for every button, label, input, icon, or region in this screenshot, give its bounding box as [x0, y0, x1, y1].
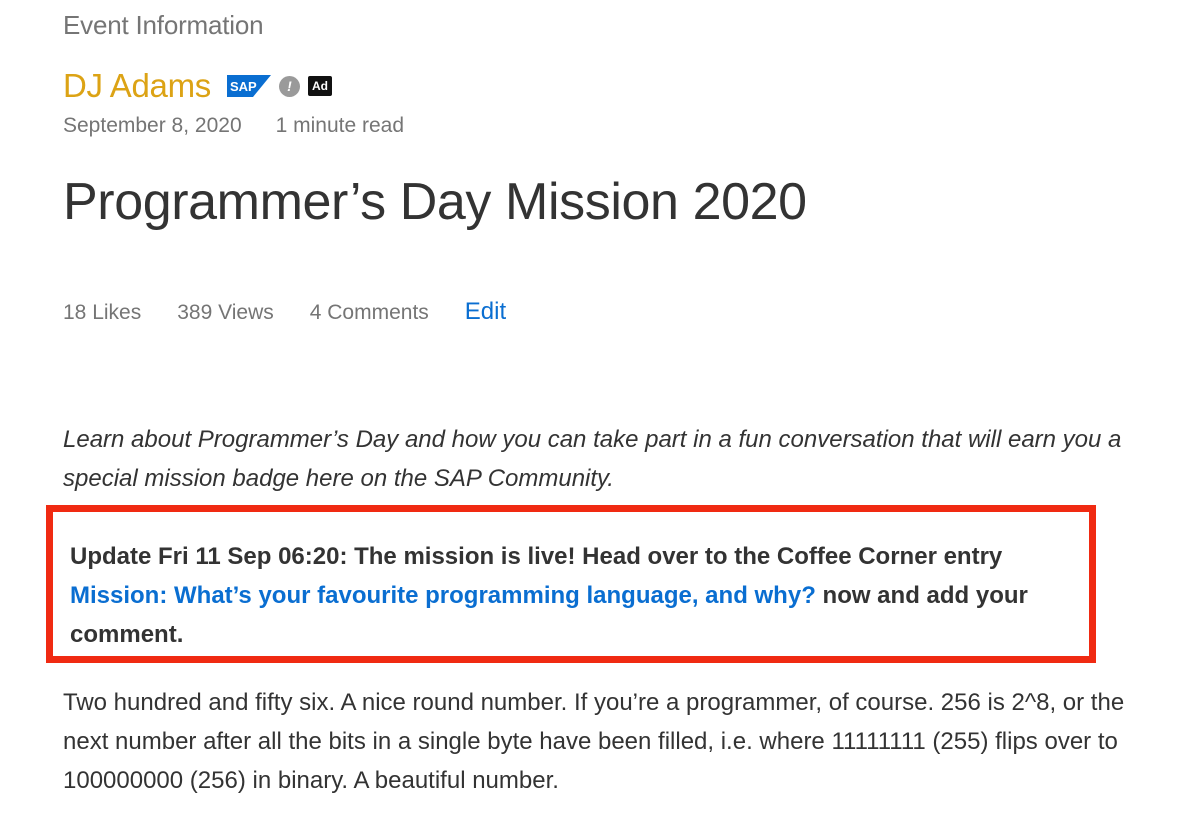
update-paragraph: Update Fri 11 Sep 06:20: The mission is … — [70, 537, 1080, 654]
comments-count[interactable]: 4 Comments — [310, 301, 429, 325]
post-date: September 8, 2020 — [63, 114, 242, 137]
blog-post-page: Event Information DJ Adams SAP ! Ad Sept… — [0, 0, 1200, 815]
post-meta: September 8, 2020 1 minute read — [63, 114, 404, 138]
body-paragraph: Two hundred and fifty six. A nice round … — [63, 689, 1125, 794]
intro-paragraph: Learn about Programmer’s Day and how you… — [63, 426, 1122, 492]
mission-link[interactable]: Mission: What’s your favourite programmi… — [70, 582, 816, 609]
read-time: 1 minute read — [275, 114, 405, 137]
author-name-link[interactable]: DJ Adams — [63, 67, 211, 105]
help-icon[interactable]: ! — [279, 75, 300, 97]
update-prefix: Update Fri 11 Sep 06:20: The mission is … — [70, 543, 1003, 570]
sap-logo-icon: SAP — [227, 75, 271, 97]
ad-badge: Ad — [308, 76, 332, 96]
update-highlight-box: Update Fri 11 Sep 06:20: The mission is … — [46, 505, 1096, 663]
post-stats: 18 Likes 389 Views 4 Comments Edit — [63, 298, 506, 326]
author-row: DJ Adams SAP ! Ad — [63, 66, 332, 106]
section-label: Event Information — [63, 10, 264, 40]
likes-count[interactable]: 18 Likes — [63, 301, 141, 325]
edit-link[interactable]: Edit — [465, 298, 506, 326]
views-count: 389 Views — [177, 301, 274, 324]
sap-logo-text: SAP — [230, 79, 257, 94]
page-title: Programmer’s Day Mission 2020 — [63, 173, 807, 231]
